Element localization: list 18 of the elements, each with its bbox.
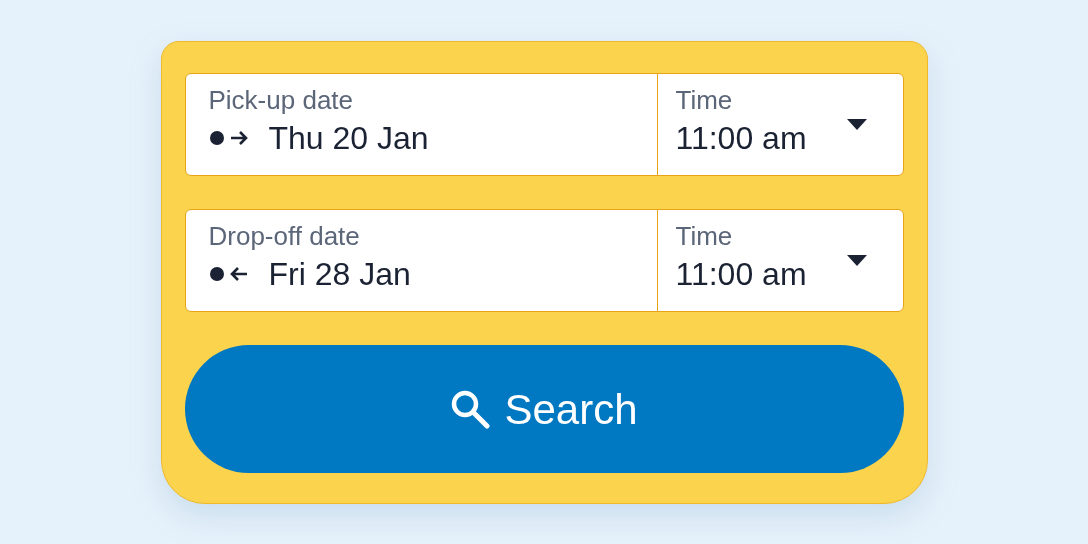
search-button[interactable]: Search bbox=[184, 345, 904, 473]
time-dropdown[interactable]: Time 11:00 am bbox=[657, 210, 903, 311]
search-icon bbox=[450, 389, 491, 429]
time-value: 11:00 am bbox=[675, 119, 807, 158]
date-label: Pick-up date bbox=[208, 84, 355, 116]
caret-icon bbox=[846, 119, 867, 130]
caret-icon bbox=[846, 255, 867, 266]
date-field[interactable]: Drop-off date Fri 28 Jan bbox=[185, 210, 658, 311]
date-label: Drop-off date bbox=[208, 220, 361, 252]
time-label: Time bbox=[675, 84, 734, 116]
dot-arrow-right-icon bbox=[208, 130, 249, 146]
dot-arrow-left-icon bbox=[208, 266, 249, 282]
time-value: 11:00 am bbox=[675, 255, 807, 294]
time-label: Time bbox=[675, 220, 734, 252]
time-dropdown[interactable]: Time 11:00 am bbox=[657, 74, 903, 175]
date-field[interactable]: Pick-up date Thu 20 Jan bbox=[185, 74, 658, 175]
date-value: Thu 20 Jan bbox=[268, 119, 429, 158]
date-value: Fri 28 Jan bbox=[268, 255, 411, 294]
